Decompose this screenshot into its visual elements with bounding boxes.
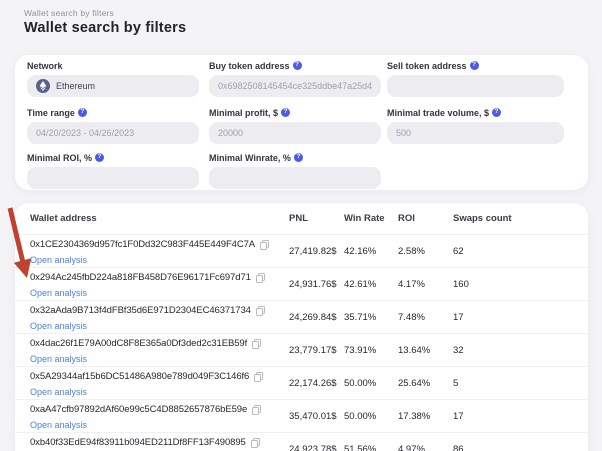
network-label: Network <box>27 60 63 71</box>
min-winrate-label: Minimal Winrate, %? <box>209 152 381 163</box>
table-header-row: Wallet address PNL Win Rate ROI Swaps co… <box>15 203 588 234</box>
open-analysis-link[interactable]: Open analysis <box>30 321 87 331</box>
help-icon[interactable]: ? <box>95 153 105 162</box>
column-header-swaps-count: Swaps count <box>453 213 512 224</box>
swaps-count-value: 62 <box>453 246 464 257</box>
wallet-address: 0xb40f33EdE94f83911b094ED211Df8FF13F4908… <box>30 437 246 448</box>
wallet-address: 0x5A29344af15b6DC51486A980e789d049F3C146… <box>30 371 250 382</box>
filter-field-min-profit: Minimal profit, $? 20000 <box>209 107 381 144</box>
open-analysis-link[interactable]: Open analysis <box>30 387 87 397</box>
win-rate-value: 35.71% <box>344 312 377 323</box>
help-icon[interactable]: ? <box>281 108 291 117</box>
min-trade-volume-input[interactable]: 500 <box>387 122 564 144</box>
open-analysis-link[interactable]: Open analysis <box>30 255 87 265</box>
copy-icon[interactable] <box>260 239 270 250</box>
filter-field-sell-token: Sell token address? <box>387 60 564 97</box>
roi-value: 7.48% <box>398 312 425 323</box>
swaps-count-value: 17 <box>453 411 464 422</box>
buy-token-input[interactable]: 0x6982508145454ce325ddbe47a25d4ec3d23 <box>209 75 381 97</box>
filter-field-min-winrate: Minimal Winrate, %? <box>209 152 381 189</box>
table-row: 0xaA47cfb97892dAf60e99c5C4D8852657876bE5… <box>15 399 588 432</box>
swaps-count-value: 5 <box>453 378 459 389</box>
copy-icon[interactable] <box>254 371 264 382</box>
swaps-count-value: 86 <box>453 444 464 451</box>
filters-panel: Network Ethereum Buy token address? 0x69… <box>15 55 588 190</box>
pnl-value: 24,269.84$ <box>289 312 337 323</box>
open-analysis-link[interactable]: Open analysis <box>30 288 87 298</box>
win-rate-value: 42.16% <box>344 246 377 257</box>
win-rate-value: 73.91% <box>344 345 377 356</box>
breadcrumb[interactable]: Wallet search by filters <box>24 8 114 18</box>
pnl-value: 22,174.26$ <box>289 378 337 389</box>
copy-icon[interactable] <box>255 305 265 316</box>
results-table: Wallet address PNL Win Rate ROI Swaps co… <box>15 203 588 451</box>
page-title: Wallet search by filters <box>24 20 187 36</box>
open-analysis-link[interactable]: Open analysis <box>30 420 87 430</box>
wallet-address: 0x32aAda9B713f4dFBf35d6E971D2304EC463717… <box>30 305 251 316</box>
wallet-address: 0x4dac26f1E79A00dC8F8E365a0Df3ded2c31EB5… <box>30 338 248 349</box>
help-icon[interactable]: ? <box>292 61 302 70</box>
win-rate-value: 50.00% <box>344 378 377 389</box>
wallet-address: 0x294Ac245fbD224a818FB458D76E96171Fc697d… <box>30 272 251 283</box>
pnl-value: 24,931.76$ <box>289 279 337 290</box>
time-range-input[interactable]: 04/20/2023 - 04/26/2023 <box>27 122 199 144</box>
min-roi-label: Minimal ROI, %? <box>27 152 199 163</box>
filter-field-network: Network Ethereum <box>27 60 199 97</box>
wallet-address: 0xaA47cfb97892dAf60e99c5C4D8852657876bE5… <box>30 404 248 415</box>
win-rate-value: 50.00% <box>344 411 377 422</box>
pnl-value: 24,923.78$ <box>289 444 337 451</box>
help-icon[interactable]: ? <box>293 153 303 162</box>
copy-icon[interactable] <box>252 404 262 415</box>
column-header-roi: ROI <box>398 213 415 224</box>
min-roi-input[interactable] <box>27 167 199 189</box>
roi-value: 4.17% <box>398 279 425 290</box>
ethereum-icon <box>36 79 50 93</box>
table-row: 0x1CE2304369d957fc1F0Dd32C983F445E449F4C… <box>15 234 588 267</box>
swaps-count-value: 32 <box>453 345 464 356</box>
min-profit-input[interactable]: 20000 <box>209 122 381 144</box>
win-rate-value: 51.56% <box>344 444 377 451</box>
win-rate-value: 42.61% <box>344 279 377 290</box>
pnl-value: 27,419.82$ <box>289 246 337 257</box>
min-profit-label: Minimal profit, $? <box>209 107 381 118</box>
open-analysis-link[interactable]: Open analysis <box>30 354 87 364</box>
table-row: 0x5A29344af15b6DC51486A980e789d049F3C146… <box>15 366 588 399</box>
roi-value: 13.64% <box>398 345 431 356</box>
copy-icon[interactable] <box>255 272 265 283</box>
roi-value: 4.97% <box>398 444 425 451</box>
help-icon[interactable]: ? <box>492 108 502 117</box>
table-row: 0xb40f33EdE94f83911b094ED211Df8FF13F4908… <box>15 432 588 451</box>
help-icon[interactable]: ? <box>77 108 87 117</box>
roi-value: 25.64% <box>398 378 431 389</box>
pnl-value: 23,779.17$ <box>289 345 337 356</box>
roi-value: 17.38% <box>398 411 431 422</box>
buy-token-label: Buy token address? <box>209 60 381 71</box>
time-range-label: Time range? <box>27 107 199 118</box>
filter-field-min-trade-volume: Minimal trade volume, $? 500 <box>387 107 564 144</box>
wallet-address: 0x1CE2304369d957fc1F0Dd32C983F445E449F4C… <box>30 239 256 250</box>
table-row: 0x32aAda9B713f4dFBf35d6E971D2304EC463717… <box>15 300 588 333</box>
sell-token-label: Sell token address? <box>387 60 564 71</box>
table-row: 0x294Ac245fbD224a818FB458D76E96171Fc697d… <box>15 267 588 300</box>
filter-field-time-range: Time range? 04/20/2023 - 04/26/2023 <box>27 107 199 144</box>
filter-field-min-roi: Minimal ROI, %? <box>27 152 199 189</box>
swaps-count-value: 160 <box>453 279 469 290</box>
min-trade-volume-label: Minimal trade volume, $? <box>387 107 564 118</box>
filter-field-buy-token: Buy token address? 0x6982508145454ce325d… <box>209 60 381 97</box>
sell-token-input[interactable] <box>387 75 564 97</box>
copy-icon[interactable] <box>252 338 262 349</box>
pnl-value: 35,470.01$ <box>289 411 337 422</box>
copy-icon[interactable] <box>250 437 260 448</box>
roi-value: 2.58% <box>398 246 425 257</box>
network-value: Ethereum <box>56 81 96 91</box>
column-header-pnl: PNL <box>289 213 308 224</box>
swaps-count-value: 17 <box>453 312 464 323</box>
column-header-win-rate: Win Rate <box>344 213 385 224</box>
column-header-wallet-address: Wallet address <box>30 213 97 224</box>
table-row: 0x4dac26f1E79A00dC8F8E365a0Df3ded2c31EB5… <box>15 333 588 366</box>
min-winrate-input[interactable] <box>209 167 381 189</box>
network-select[interactable]: Ethereum <box>27 75 199 97</box>
help-icon[interactable]: ? <box>469 61 479 70</box>
